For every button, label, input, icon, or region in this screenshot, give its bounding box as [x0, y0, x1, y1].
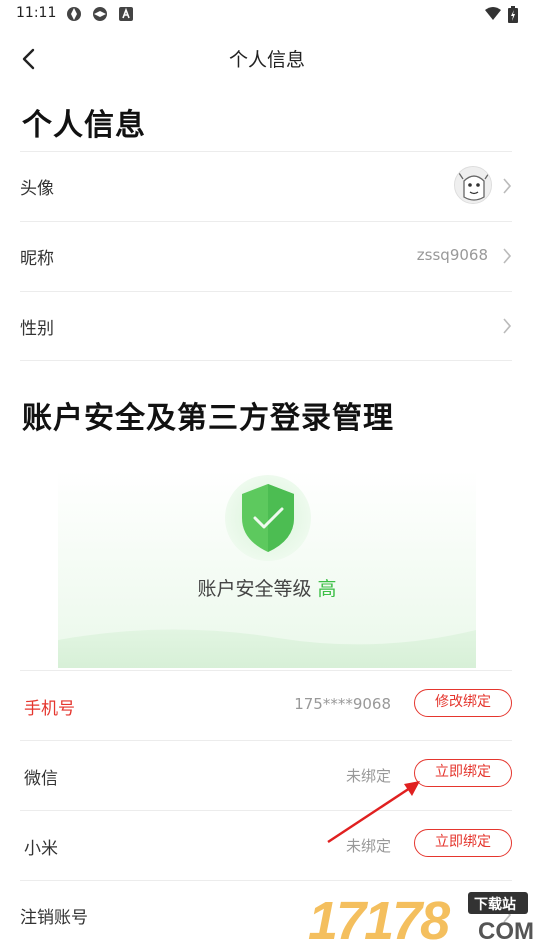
personal-info-heading: 个人信息: [22, 108, 146, 143]
security-level-label: 账户安全等级: [197, 578, 312, 600]
chevron-right-icon: [503, 318, 512, 334]
watermark-logo: 17178 下载站 COM: [308, 888, 534, 950]
security-level-value: 高: [317, 578, 337, 600]
wechat-row: 微信 未绑定 立即绑定: [20, 740, 512, 810]
phone-value: 175****9068: [294, 695, 391, 713]
avatar: [454, 166, 492, 204]
wechat-bind-button[interactable]: 立即绑定: [414, 759, 512, 787]
app-icon: [93, 7, 107, 21]
wifi-icon: [485, 7, 501, 20]
phone-row: 手机号 175****9068 修改绑定: [20, 670, 512, 740]
chevron-right-icon: [503, 248, 512, 264]
status-time: 11:11: [16, 5, 57, 21]
nickname-value: zssq9068: [416, 246, 488, 264]
app-icon: [67, 7, 81, 21]
security-heading: 账户安全及第三方登录管理: [22, 401, 394, 436]
row-label: 昵称: [20, 249, 54, 269]
xiaomi-status: 未绑定: [345, 837, 391, 855]
page-title: 个人信息: [228, 49, 305, 71]
avatar-row[interactable]: 头像: [20, 151, 512, 221]
wechat-label: 微信: [24, 769, 58, 789]
watermark-tag: 下载站: [474, 897, 516, 913]
watermark-number: 17178: [308, 891, 450, 950]
phone-label: 手机号: [24, 699, 75, 719]
shield-check-icon: [242, 484, 294, 552]
gender-row[interactable]: 性别: [20, 291, 512, 361]
xiaomi-row: 小米 未绑定 立即绑定: [20, 810, 512, 880]
nav-bar: 个人信息: [0, 36, 534, 80]
wechat-status: 未绑定: [345, 767, 391, 785]
a-badge-icon: [119, 7, 133, 21]
watermark-domain: COM: [478, 918, 534, 945]
xiaomi-label: 小米: [24, 839, 58, 859]
cancel-account-label: 注销账号: [20, 908, 88, 928]
modify-binding-button[interactable]: 修改绑定: [414, 689, 512, 717]
status-bar: 11:11: [0, 0, 534, 30]
security-level-text: 账户安全等级 高: [58, 574, 476, 601]
security-level-card: 账户安全等级 高: [58, 470, 476, 668]
nickname-row[interactable]: 昵称 zssq9068: [20, 221, 512, 291]
row-label: 头像: [20, 179, 54, 199]
row-label: 性别: [20, 319, 54, 339]
chevron-right-icon: [503, 178, 512, 194]
battery-icon: [508, 6, 518, 23]
xiaomi-bind-button[interactable]: 立即绑定: [414, 829, 512, 857]
